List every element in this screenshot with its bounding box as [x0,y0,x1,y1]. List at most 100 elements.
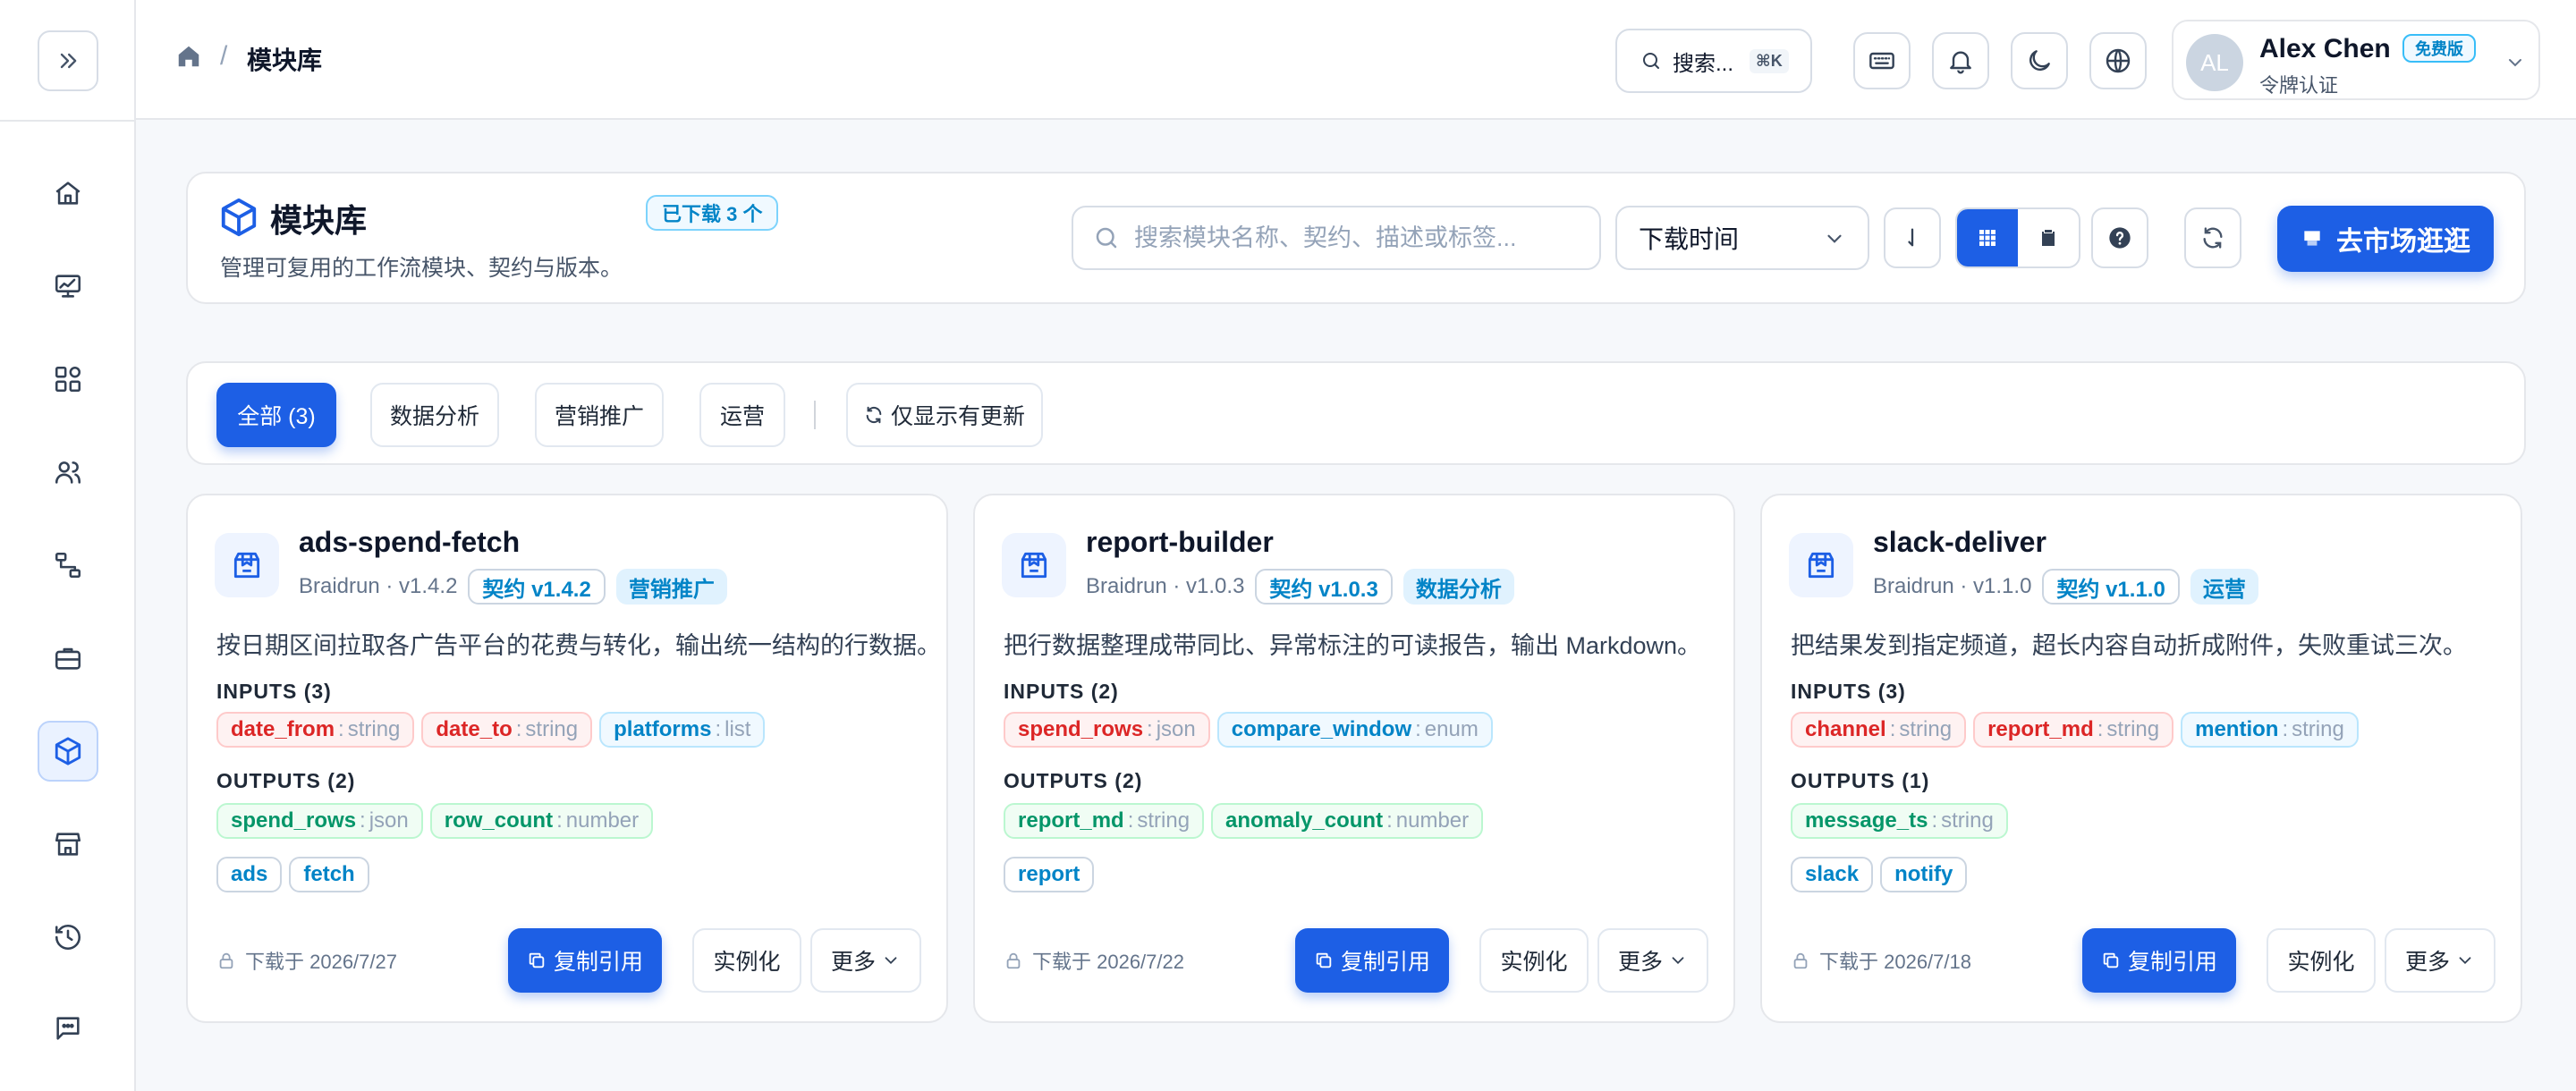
input-type: string [347,717,401,741]
global-search-button[interactable]: 搜索... ⌘K [1615,29,1812,93]
instantiate-button[interactable]: 实例化 [1479,928,1589,993]
download-date-text: 下载于 2026/7/18 [1819,951,1971,973]
downloaded-count-badge: 已下载 3 个 [646,195,779,231]
sort-select[interactable]: 下载时间 [1615,206,1869,270]
help-button[interactable] [2091,207,2148,268]
refresh-icon [866,406,882,424]
nav-module-library[interactable] [38,721,98,782]
outputs-label: OUTPUTS (2) [1004,769,1143,792]
nav-workflows[interactable] [38,535,98,596]
filter-marketing[interactable]: 营销推广 [535,383,664,447]
message-icon [56,1017,80,1040]
copy-reference-button[interactable]: 复制引用 [2082,928,2236,993]
search-icon [1643,53,1659,69]
clipboard-list-icon [2042,230,2055,246]
copy-reference-label: 复制引用 [553,950,643,975]
inputs-list: spend_rows: json compare_window: enum [1004,712,1493,748]
output-name: row_count [444,808,554,833]
sort-order-button[interactable] [1884,207,1941,268]
output-type: json [369,808,409,833]
sidebar-expand-button[interactable] [38,30,98,91]
breadcrumb-current: 模块库 [247,47,323,74]
library-header-panel: 模块库 已下载 3 个 管理可复用的工作流模块、契约与版本。 下载时间 去市场逛… [186,172,2526,304]
notifications-button[interactable] [1932,32,1989,89]
package-icon [1002,533,1066,597]
keyword-tag[interactable]: ads [216,857,283,892]
contract-badge: 契约 v1.1.0 [2042,569,2180,605]
keyword-tag[interactable]: notify [1880,857,1968,892]
more-button[interactable]: 更多 [2385,928,2496,993]
sidebar [0,0,136,1091]
module-description: 把行数据整理成带同比、异常标注的可读报告，输出 Markdown。 [1004,632,1702,659]
filter-data-analysis[interactable]: 数据分析 [370,383,499,447]
outputs-label: OUTPUTS (2) [216,769,356,792]
lock-icon [1793,952,1808,969]
chevron-down-icon [1827,234,1842,243]
keyword-tag[interactable]: report [1004,857,1095,892]
nav-toolbox[interactable] [38,628,98,689]
refresh-button[interactable] [2184,207,2241,268]
lock-icon [219,952,233,969]
inputs-label: INPUTS (3) [216,680,332,703]
more-button[interactable]: 更多 [1597,928,1708,993]
more-button[interactable]: 更多 [810,928,921,993]
cube-icon [55,737,81,765]
keyword-tag[interactable]: fetch [289,857,369,892]
copy-reference-button[interactable]: 复制引用 [508,928,662,993]
breadcrumb-home[interactable] [175,43,202,74]
copy-reference-label: 复制引用 [1340,950,1430,975]
help-circle-icon [2109,227,2131,249]
category-badge: 数据分析 [1402,569,1514,605]
copy-reference-button[interactable]: 复制引用 [1295,928,1449,993]
users-icon [55,461,81,484]
nav-dashboard[interactable] [38,256,98,317]
output-pill: row_count: number [429,803,654,839]
go-to-market-button[interactable]: 去市场逛逛 [2277,206,2494,272]
input-pill: date_to: string [421,712,593,748]
outputs-label: OUTPUTS (1) [1791,769,1930,792]
input-name: date_from [231,717,335,741]
inputs-list: date_from: string date_to: string platform… [216,712,766,748]
inputs-list: channel: string report_md: string mention:… [1791,712,2359,748]
filter-all[interactable]: 全部 (3) [216,383,336,447]
module-search-input[interactable] [1134,224,1581,252]
lock-icon [1006,952,1021,969]
instantiate-button[interactable]: 实例化 [2267,928,2376,993]
user-menu[interactable]: AL Alex Chen 免费版 令牌认证 [2172,20,2540,100]
output-pill: anomaly_count: number [1211,803,1484,839]
input-pill: channel: string [1791,712,1967,748]
filter-operations[interactable]: 运营 [699,383,785,447]
nav-home[interactable] [38,163,98,224]
theme-toggle-button[interactable] [2011,32,2068,89]
list-view-button[interactable] [2018,209,2079,266]
workflow-icon [55,552,81,579]
store-icon [2304,231,2320,246]
output-pill: spend_rows: json [216,803,423,839]
keyboard-shortcuts-button[interactable] [1853,32,1911,89]
keyword-tag[interactable]: slack [1791,857,1874,892]
outputs-list: report_md: string anomaly_count: number [1004,803,1484,839]
grid-view-button[interactable] [1957,209,2018,266]
nav-store[interactable] [38,814,98,875]
output-name: report_md [1018,808,1124,833]
nav-messages[interactable] [38,998,98,1059]
nav-apps[interactable] [38,349,98,410]
copy-reference-label: 复制引用 [2127,950,2217,975]
nav-history[interactable] [38,907,98,968]
instantiate-button[interactable]: 实例化 [692,928,801,993]
view-mode-toggle [1955,207,2080,268]
input-name: spend_rows [1018,717,1144,741]
top-header: / 模块库 搜索... ⌘K AL Alex Chen 免费版 令牌认证 [136,0,2576,120]
nav-users[interactable] [38,442,98,503]
input-pill: report_md: string [1973,712,2174,748]
user-auth-type: 令牌认证 [2259,74,2339,97]
globe-icon [2106,48,2131,73]
go-to-market-label: 去市场逛逛 [2336,227,2470,257]
package-icon [215,533,279,597]
output-type: string [1137,808,1191,833]
language-button[interactable] [2089,32,2147,89]
download-date-text: 下载于 2026/7/22 [1032,951,1184,973]
keyword-tags: report [1004,857,1095,892]
input-name: platforms [614,717,712,741]
filter-updates-only[interactable]: 仅显示有更新 [846,383,1043,447]
